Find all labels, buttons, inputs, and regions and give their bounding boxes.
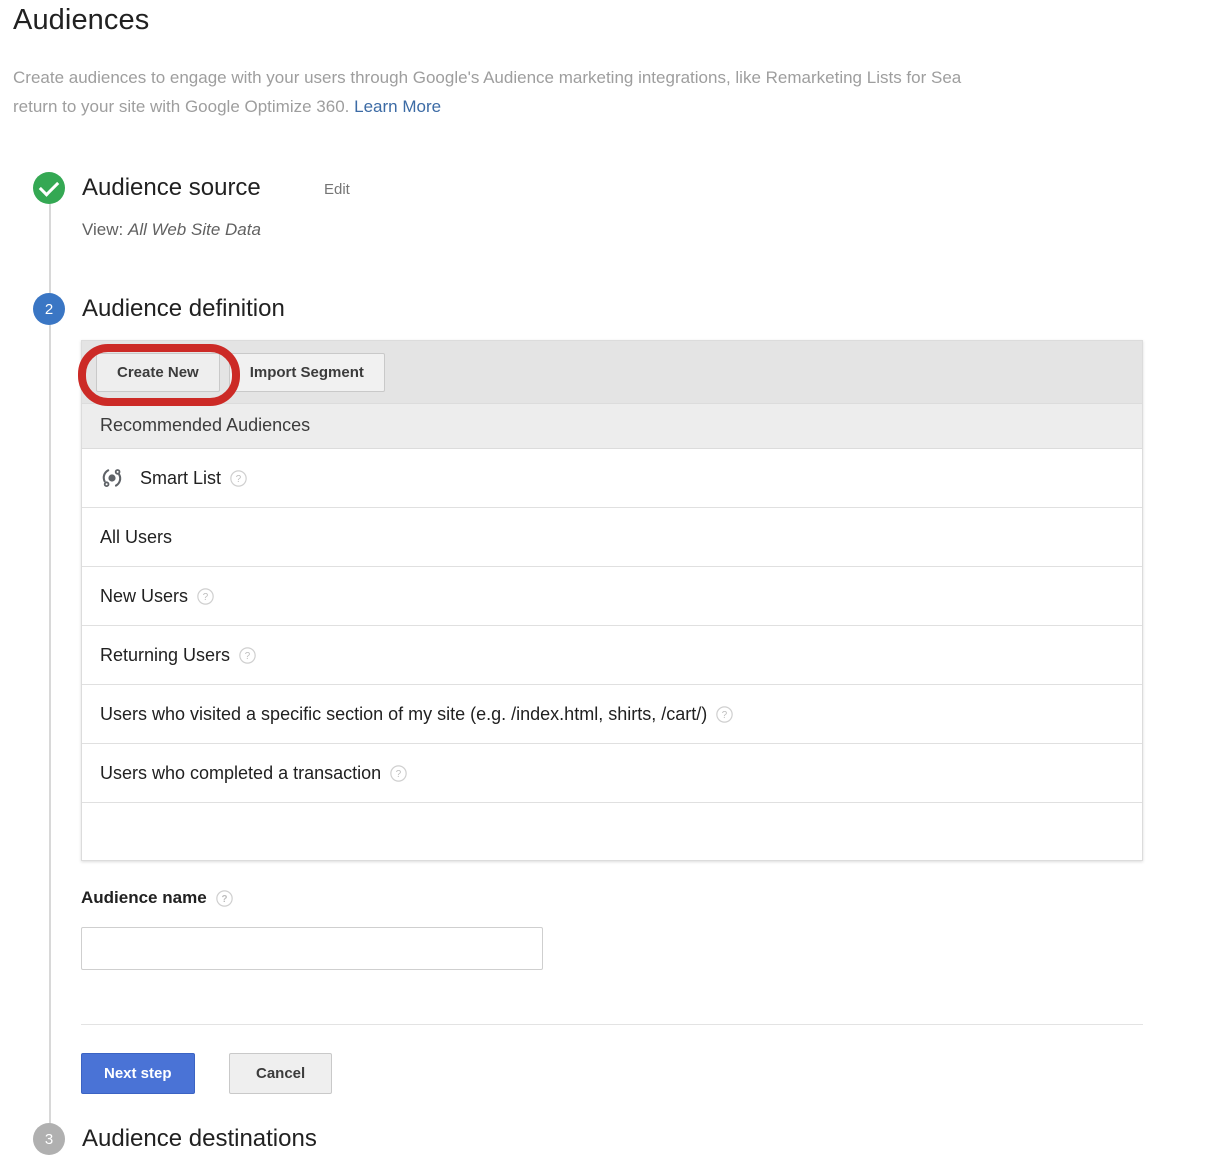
audience-name-label-text: Audience name [81,888,207,908]
help-icon[interactable]: ? [230,470,247,487]
list-item[interactable]: New Users ? [82,567,1142,626]
svg-text:?: ? [722,710,728,721]
list-item[interactable]: Returning Users ? [82,626,1142,685]
step-indicator-audience-definition: 2 [33,293,65,325]
svg-text:?: ? [203,592,209,603]
svg-text:?: ? [221,894,227,905]
form-divider [81,1024,1143,1025]
list-item[interactable]: All Users [82,508,1142,567]
next-step-button[interactable]: Next step [81,1053,195,1094]
step-indicator-audience-destinations: 3 [33,1123,65,1155]
step-indicator-audience-source [33,172,65,204]
step-number-2: 2 [45,301,53,318]
tab-create-new[interactable]: Create New [96,353,220,392]
step-number-3: 3 [45,1131,53,1148]
help-icon[interactable]: ? [390,765,407,782]
page-description-line1: Create audiences to engage with your use… [13,68,961,87]
step-title-audience-source: Audience source [82,174,261,202]
list-item-blank [82,803,1142,860]
page-title: Audiences [13,4,149,37]
audience-name-label: Audience name ? [81,888,233,908]
audience-source-view-prefix: View: [82,220,123,239]
audience-source-view-value: All Web Site Data [128,220,261,239]
list-item-label: New Users [100,586,188,607]
list-item[interactable]: Users who completed a transaction ? [82,744,1142,803]
check-icon [39,176,60,197]
learn-more-link[interactable]: Learn More [354,97,441,116]
smart-list-icon [100,466,124,490]
list-item-label: Users who completed a transaction [100,763,381,784]
page-description: Create audiences to engage with your use… [13,63,1206,121]
edit-audience-source-link[interactable]: Edit [324,181,350,198]
help-icon[interactable]: ? [716,706,733,723]
cancel-button[interactable]: Cancel [229,1053,332,1094]
help-icon[interactable]: ? [197,588,214,605]
audience-definition-panel: Create New Import Segment Recommended Au… [81,340,1143,861]
help-icon[interactable]: ? [239,647,256,664]
page-description-line2: return to your site with Google Optimize… [13,92,1206,121]
list-item[interactable]: Smart List ? [82,449,1142,508]
step-title-audience-destinations: Audience destinations [82,1125,317,1153]
svg-text:?: ? [245,651,251,662]
list-item-label: Users who visited a specific section of … [100,704,707,725]
help-icon[interactable]: ? [216,890,233,907]
audience-source-view: View: All Web Site Data [82,220,261,240]
step-title-audience-definition: Audience definition [82,295,285,323]
stepper-rail [49,196,51,1132]
page-description-line2-text: return to your site with Google Optimize… [13,97,349,116]
list-item[interactable]: Users who visited a specific section of … [82,685,1142,744]
audience-name-input[interactable] [81,927,543,970]
panel-tabbar: Create New Import Segment [82,341,1142,404]
tab-import-segment[interactable]: Import Segment [229,353,385,392]
list-item-label: Smart List [140,468,221,489]
svg-text:?: ? [396,769,402,780]
list-item-label: All Users [100,527,172,548]
recommended-audiences-header: Recommended Audiences [82,404,1142,449]
list-item-label: Returning Users [100,645,230,666]
audiences-page: Audiences Create audiences to engage wit… [0,0,1206,1166]
svg-text:?: ? [236,474,242,485]
